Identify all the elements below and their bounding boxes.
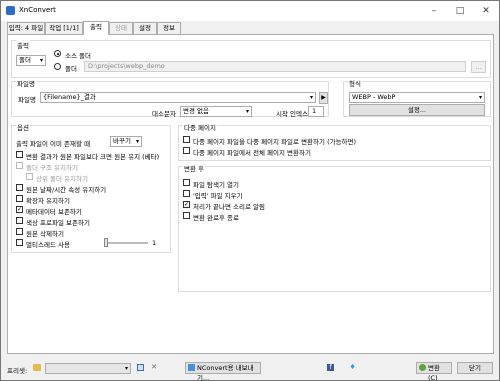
- thread-count-value: 1: [152, 239, 157, 247]
- multipage-group-title: 다중 페이지: [183, 122, 217, 132]
- source-folder-radio[interactable]: [54, 50, 61, 57]
- case-label: 대소문자: [152, 110, 176, 118]
- multipage-all-pages-checkbox[interactable]: [183, 147, 190, 154]
- format-group-title: 형식: [348, 78, 362, 88]
- multipage-group: 다중 페이지 다중 페이지 파일을 다중 페이지 파일로 변환하기 (가능하면)…: [178, 122, 491, 161]
- after-convert-group-title: 변환 후: [183, 163, 206, 173]
- preserve-metadata-checkbox[interactable]: ✓: [16, 206, 23, 213]
- insert-token-button[interactable]: ▶: [319, 92, 328, 104]
- folder-icon[interactable]: [33, 364, 41, 371]
- chevron-down-icon: ▾: [309, 94, 313, 101]
- after-convert-group: 변환 후 파일 탐색기 열기 '입력' 파일 지우기 ✓ 처리가 끝나면 소리로…: [178, 163, 491, 292]
- start-index-label: 시작 인덱스: [276, 110, 308, 118]
- filename-pattern-combo[interactable]: {Filename}_결과 ▾: [40, 92, 316, 103]
- keep-extension-checkbox[interactable]: [16, 195, 23, 202]
- chevron-down-icon: ▾: [124, 365, 128, 372]
- option-label: 색상 프로파일 보존하기: [26, 219, 90, 227]
- thread-slider-track[interactable]: [104, 242, 148, 244]
- preset-combo[interactable]: ▾: [45, 363, 131, 374]
- convert-button[interactable]: 변환 (C): [416, 362, 452, 381]
- tab-settings[interactable]: 설정: [133, 22, 157, 34]
- chevron-down-icon: ▾: [135, 138, 139, 145]
- option-label: 폴더 구조 유지하기: [26, 164, 78, 172]
- save-icon[interactable]: [137, 364, 144, 371]
- tab-input[interactable]: 입력: 4 파일: [7, 22, 45, 34]
- output-panel: 출력 폴더 ▾ 소스 폴더 폴더 D:\projects\webp_demo ..…: [7, 34, 494, 354]
- option-label: 메타데이터 보존하기: [26, 208, 82, 216]
- after-label: 처리가 끝나면 소리로 알림: [193, 203, 265, 211]
- option-label: 멀티스레드 사용: [26, 241, 70, 249]
- keep-folder-structure-checkbox[interactable]: [16, 162, 23, 169]
- filename-label: 파일명: [18, 96, 36, 104]
- after-label: '입력' 파일 지우기: [193, 192, 243, 200]
- case-combo[interactable]: 변경 없음 ▾: [180, 106, 252, 117]
- format-settings-button[interactable]: 설정...: [349, 104, 485, 116]
- source-folder-label: 소스 폴더: [65, 52, 91, 60]
- option-label: 변환 결과가 원본 파일보다 크면 원본 유지 (베타): [26, 153, 160, 161]
- preserve-color-profile-checkbox[interactable]: [16, 217, 23, 224]
- multipage-label: 다중 페이지 파일을 다중 페이지 파일로 변환하기 (가능하면): [193, 138, 357, 146]
- close-icon[interactable]: ✕: [473, 1, 499, 21]
- option-label: 원본 날짜/시간 속성 유지하기: [26, 186, 107, 194]
- chevron-down-icon: ▾: [245, 108, 249, 115]
- delete-icon[interactable]: ✕: [150, 363, 158, 371]
- app-logo-icon: [6, 6, 15, 15]
- title-bar: XnConvert – □ ✕: [1, 1, 499, 21]
- options-group-title: 옵션: [16, 122, 30, 132]
- browse-button[interactable]: ...: [471, 61, 486, 73]
- facebook-icon[interactable]: f: [327, 364, 334, 371]
- convert-icon: [419, 364, 426, 371]
- output-group-title: 출력: [16, 40, 30, 50]
- filename-group: 파일명 파일명 {Filename}_결과 ▾ ▶ 대소문자 변경 없음 ▾ 시작 …: [11, 78, 329, 118]
- after-label: 파일 탐색기 열기: [193, 181, 239, 189]
- exists-combo[interactable]: 바꾸기 ▾: [110, 136, 142, 147]
- option-label: 상위 폴더 유지하기: [36, 175, 88, 183]
- maximize-icon[interactable]: □: [447, 1, 473, 21]
- folder-radio[interactable]: [54, 63, 61, 70]
- after-label: 변환 완료후 종료: [193, 214, 239, 222]
- tab-output[interactable]: 출력: [83, 21, 109, 35]
- twitter-icon[interactable]: ♦: [349, 364, 356, 371]
- option-label: 확장자 유지하기: [26, 197, 70, 205]
- open-explorer-checkbox[interactable]: [183, 179, 190, 186]
- multipage-keep-checkbox[interactable]: [183, 136, 190, 143]
- window-title: XnConvert: [19, 6, 56, 14]
- keep-date-attributes-checkbox[interactable]: [16, 184, 23, 191]
- tab-about[interactable]: 정보: [157, 22, 181, 34]
- chevron-down-icon: ▾: [478, 94, 482, 101]
- output-dest-combo[interactable]: 폴더 ▾: [16, 55, 46, 66]
- export-icon: [188, 364, 195, 371]
- delete-original-checkbox[interactable]: [16, 228, 23, 235]
- filename-group-title: 파일명: [16, 78, 36, 88]
- close-button[interactable]: 닫기: [457, 362, 493, 374]
- preset-label: 프리셋:: [7, 367, 28, 375]
- folder-label: 폴더: [65, 65, 77, 73]
- output-group: 출력 폴더 ▾ 소스 폴더 폴더 D:\projects\webp_demo ..…: [11, 40, 491, 78]
- option-label: 원본 삭제하기: [26, 230, 64, 238]
- exists-label: 출력 파일이 이미 존재할 때: [16, 140, 91, 148]
- tab-status[interactable]: 상태: [109, 22, 133, 34]
- sound-notify-checkbox[interactable]: ✓: [183, 201, 190, 208]
- keep-parent-folder-checkbox[interactable]: [26, 173, 33, 180]
- folder-path-input[interactable]: D:\projects\webp_demo: [84, 61, 466, 72]
- thread-slider-thumb[interactable]: [104, 238, 108, 247]
- tab-actions[interactable]: 작업 [1/1]: [45, 22, 83, 34]
- app-window: XnConvert – □ ✕ 입력: 4 파일 작업 [1/1] 출력 상태 …: [0, 0, 500, 381]
- format-combo[interactable]: WEBP - WebP ▾: [349, 92, 485, 103]
- keep-original-if-larger-checkbox[interactable]: [16, 151, 23, 158]
- start-index-input[interactable]: 1: [308, 106, 324, 117]
- multipage-label: 다중 페이지 파일에서 전체 페이지 변환하기: [193, 149, 311, 157]
- export-nconvert-button[interactable]: NConvert용 내보내기...: [185, 362, 261, 381]
- bottom-bar: 프리셋: ▾ ✕ NConvert용 내보내기... f ♦ 변환 (C) 닫기: [1, 357, 499, 381]
- format-group: 형식 WEBP - WebP ▾ 설정...: [343, 78, 491, 117]
- chevron-down-icon: ▾: [39, 57, 43, 64]
- multithread-checkbox[interactable]: [16, 239, 23, 246]
- minimize-icon[interactable]: –: [421, 1, 447, 21]
- exit-after-checkbox[interactable]: [183, 212, 190, 219]
- clear-input-checkbox[interactable]: [183, 190, 190, 197]
- options-group: 옵션 출력 파일이 이미 존재할 때 바꾸기 ▾ 변환 결과가 원본 파일보다 크…: [11, 122, 171, 253]
